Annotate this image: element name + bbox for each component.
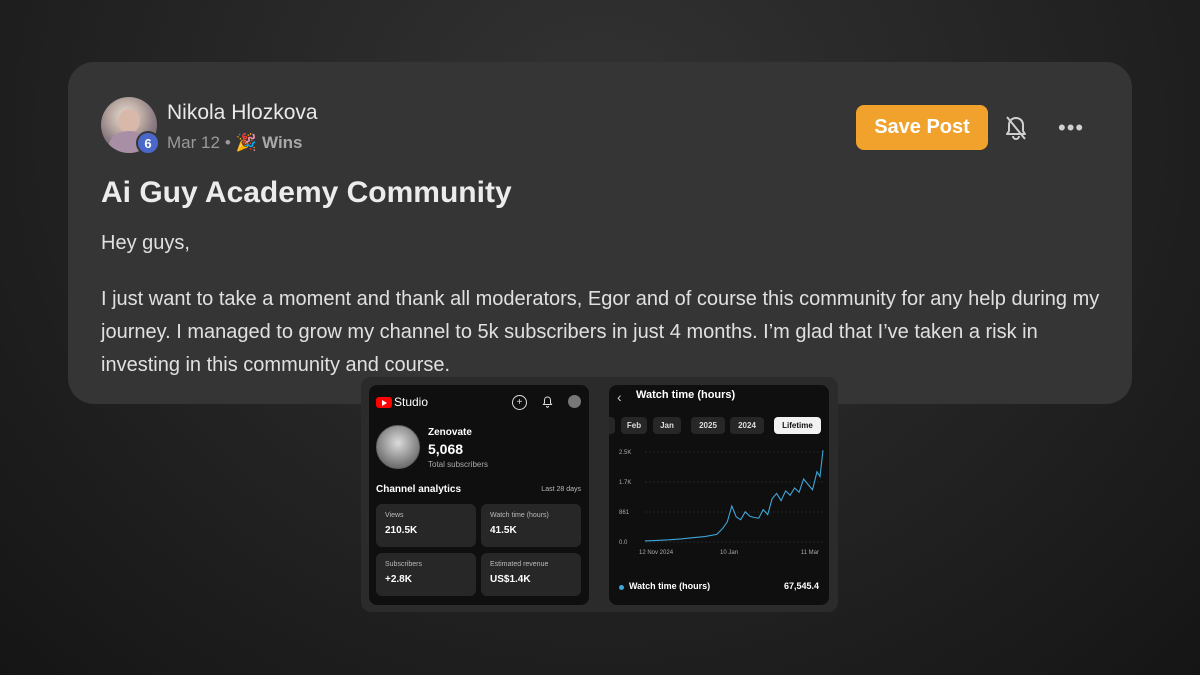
post-meta: Mar 12 • 🎉 Wins	[167, 133, 303, 153]
x-tick-label: 12 Nov 2024	[639, 550, 674, 556]
party-popper-icon: 🎉	[235, 133, 258, 152]
period-tab: 2025	[691, 417, 725, 434]
metric-label: Estimated revenue	[490, 561, 549, 568]
period-tab: Feb	[621, 417, 647, 434]
studio-app-name: Studio	[394, 395, 429, 409]
channel-avatar	[376, 425, 420, 469]
metric-value: 210.5K	[385, 525, 418, 536]
metric-tile: Views 210.5K	[376, 504, 476, 547]
metric-tile: Estimated revenue US$1.4K	[481, 553, 581, 596]
save-post-button[interactable]: Save Post	[856, 105, 988, 150]
post-title: Ai Guy Academy Community	[101, 176, 512, 209]
y-tick-label: 861	[619, 510, 630, 516]
x-tick-label: 10 Jan	[720, 550, 738, 556]
metric-label: Subscribers	[385, 561, 422, 568]
period-tab: 2024	[730, 417, 764, 434]
channel-name: Zenovate	[428, 427, 472, 438]
studio-screenshot: Studio + Zenovate 5,068 Total subscriber…	[369, 385, 589, 605]
post-date: Mar 12	[167, 133, 220, 152]
post-greeting: Hey guys,	[101, 232, 190, 254]
post-body: I just want to take a moment and thank a…	[101, 288, 1100, 376]
y-tick-label: 0.0	[619, 540, 628, 546]
metric-value: 41.5K	[490, 525, 517, 536]
level-badge: 6	[136, 131, 160, 155]
back-arrow-icon: ‹	[617, 389, 622, 405]
notifications-off-icon[interactable]	[1003, 114, 1029, 142]
post-category[interactable]: Wins	[262, 133, 302, 153]
analytics-title: Channel analytics	[376, 484, 462, 495]
bell-icon	[541, 395, 554, 408]
x-tick-label: 11 Mar	[801, 550, 819, 556]
metric-value: US$1.4K	[490, 574, 531, 585]
post-card: 6 Nikola Hlozkova Mar 12 • 🎉 Wins Save P…	[68, 62, 1132, 404]
create-icon: +	[512, 395, 527, 410]
author-name[interactable]: Nikola Hlozkova	[167, 101, 318, 125]
legend-label: Watch time (hours)	[629, 581, 711, 591]
more-options-icon[interactable]: •••	[1058, 115, 1084, 140]
account-avatar-icon	[568, 395, 581, 408]
analytics-range: Last 28 days	[541, 486, 581, 493]
legend-total: 67,545.4	[783, 581, 819, 591]
metric-tile: Subscribers +2.8K	[376, 553, 476, 596]
y-tick-label: 2.5K	[619, 450, 631, 456]
watch-time-screenshot: ‹ Watch time (hours) Feb Jan 2025 2024 L…	[609, 385, 829, 605]
legend-dot	[619, 585, 624, 590]
metric-label: Watch time (hours)	[490, 512, 549, 519]
period-tabs: Feb Jan 2025 2024 Lifetime	[609, 417, 829, 435]
youtube-logo-icon	[376, 397, 392, 408]
watch-time-chart: 2.5K 1.7K 861 0.0 12 Nov 2024 10 Jan 11 Mar	[619, 450, 824, 556]
period-tab-cut	[609, 417, 615, 434]
watch-time-title: Watch time (hours)	[636, 389, 736, 401]
metric-label: Views	[385, 512, 404, 519]
y-tick-label: 1.7K	[619, 480, 631, 486]
watch-time-series-line	[644, 450, 824, 542]
attached-screenshots[interactable]: Studio + Zenovate 5,068 Total subscriber…	[361, 377, 838, 612]
period-tab: Jan	[653, 417, 681, 434]
author-avatar[interactable]: 6	[101, 97, 160, 155]
subscriber-count: 5,068	[428, 441, 464, 457]
metric-value: +2.8K	[385, 574, 412, 585]
period-tab-active: Lifetime	[774, 417, 821, 434]
metric-tile: Watch time (hours) 41.5K	[481, 504, 581, 547]
subscriber-label: Total subscribers	[428, 460, 489, 469]
meta-separator: •	[224, 133, 231, 152]
